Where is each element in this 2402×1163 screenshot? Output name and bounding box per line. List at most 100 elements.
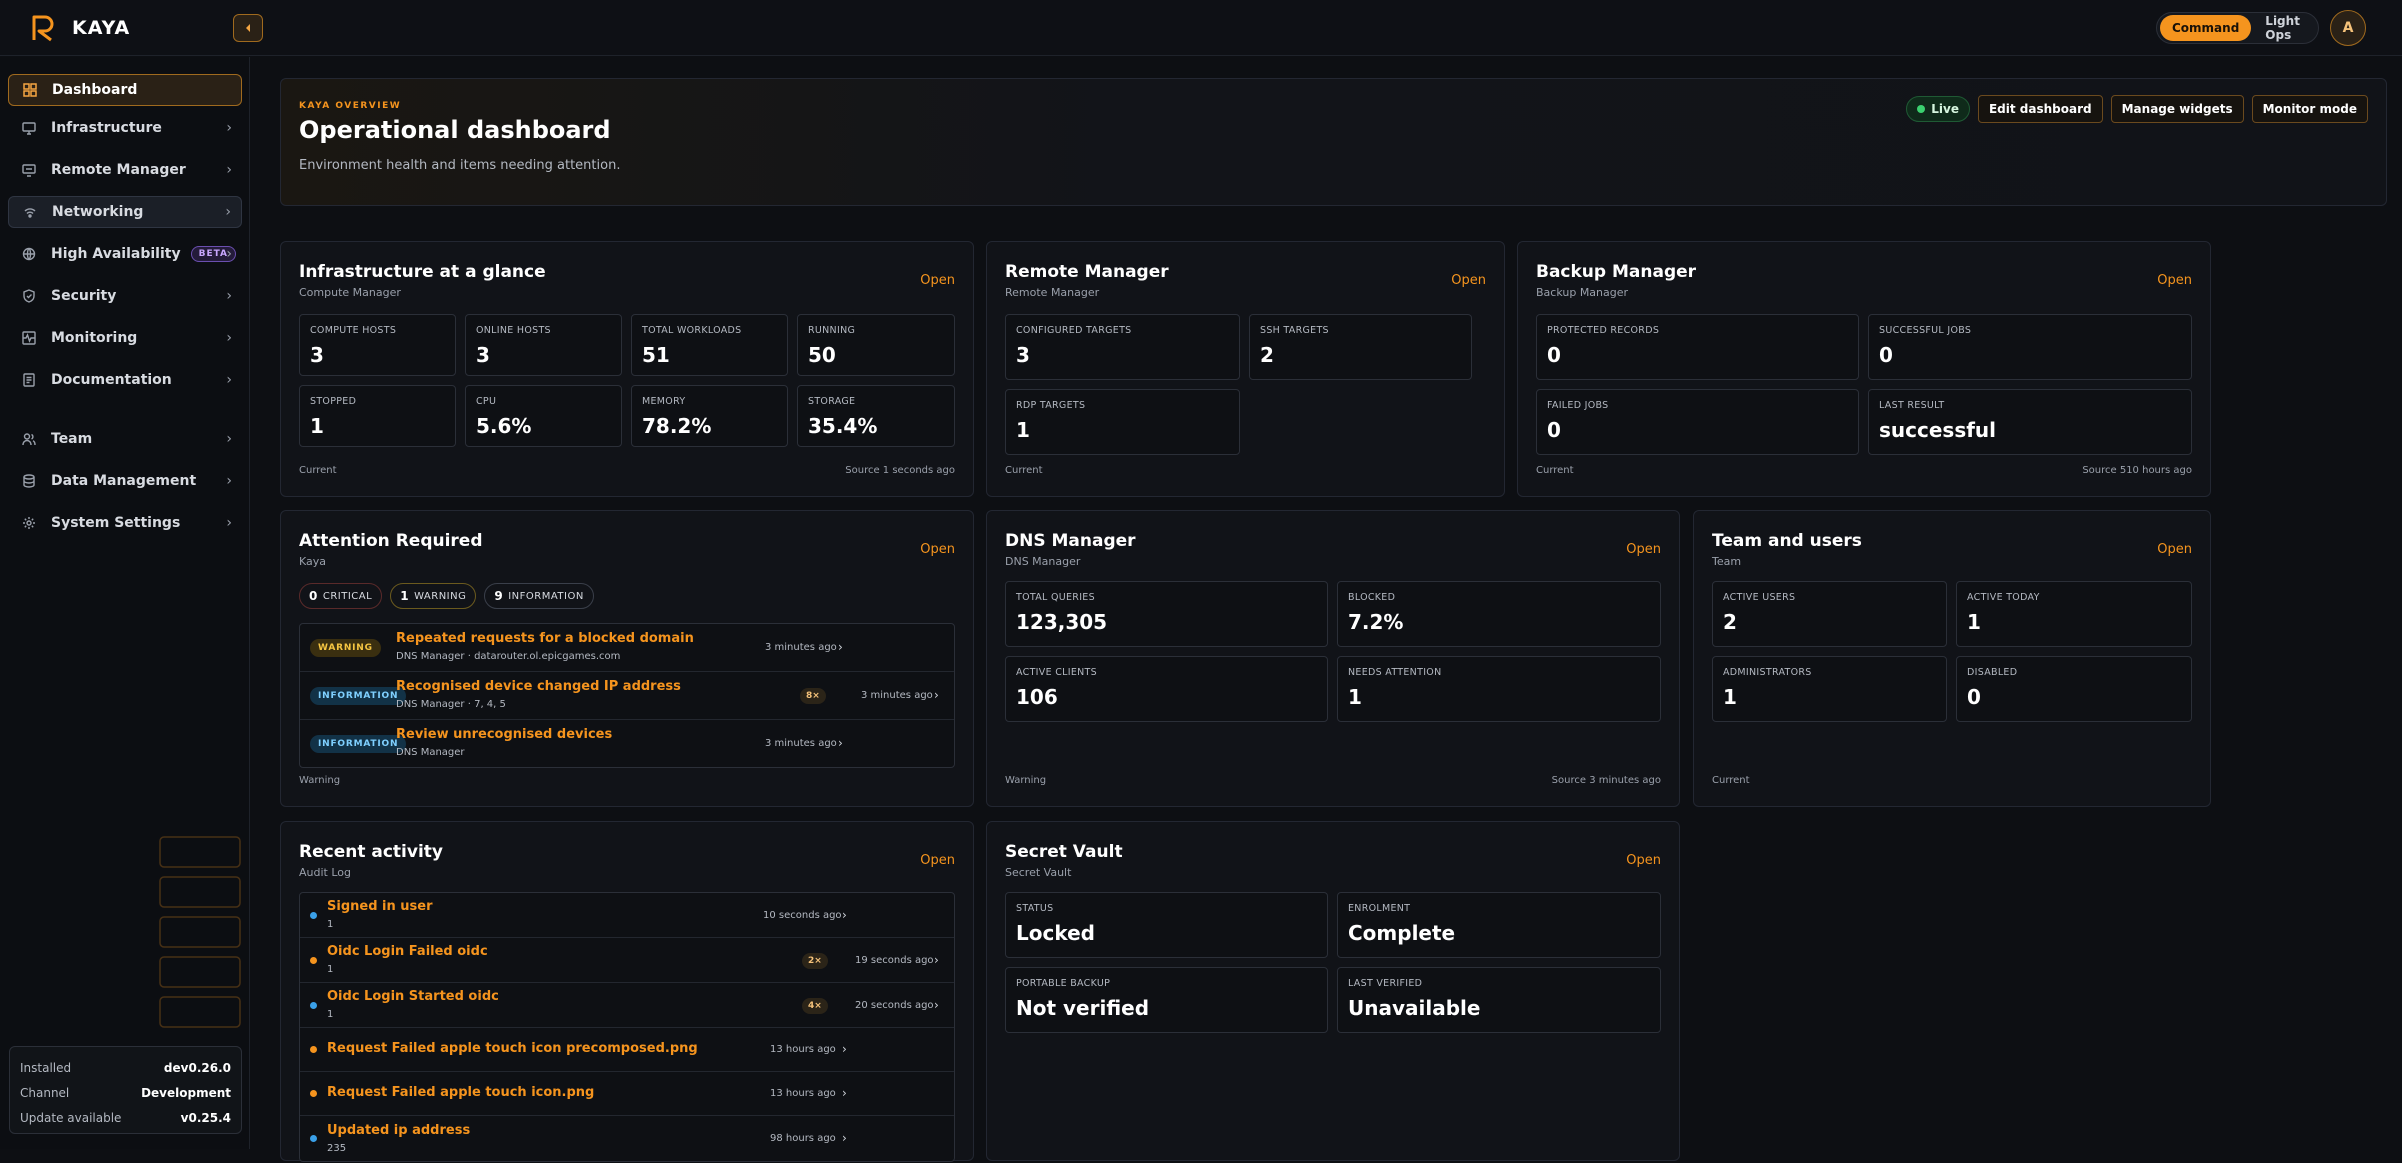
card-title: Remote Manager (1005, 262, 1169, 282)
stat-label: ACTIVE USERS (1723, 592, 1796, 603)
open-link[interactable]: Open (2157, 542, 2192, 557)
version-value: v0.25.4 (180, 1110, 231, 1125)
logo[interactable]: KAYA (28, 13, 130, 43)
chevron-right-icon: › (226, 246, 232, 262)
critical-count-pill[interactable]: 0 CRITICAL (299, 583, 383, 609)
mode-light-ops-option[interactable]: Light Ops (2257, 8, 2315, 48)
open-link[interactable]: Open (1626, 542, 1661, 557)
open-link[interactable]: Open (920, 542, 955, 557)
list-item[interactable]: Oidc Login Started oidc 1 4× 20 seconds … (300, 983, 954, 1028)
list-item[interactable]: Request Failed apple touch icon precompo… (300, 1028, 954, 1072)
book-icon (21, 372, 37, 388)
page-subtitle: Environment health and items needing att… (299, 158, 621, 173)
item-title: Repeated requests for a blocked domain (396, 631, 694, 646)
status-dot-icon (310, 957, 317, 964)
remote-manager-card: Remote Manager Remote Manager Open CONFI… (986, 241, 1505, 497)
stat-label: SUCCESSFUL JOBS (1879, 325, 1972, 336)
open-link[interactable]: Open (920, 273, 955, 288)
secret-vault-card: Secret Vault Secret Vault Open STATUS Loc… (986, 821, 1680, 1161)
open-link[interactable]: Open (2157, 273, 2192, 288)
collapse-sidebar-button[interactable] (233, 14, 263, 42)
status-dot-icon (310, 1046, 317, 1053)
sidebar-item-high-availability[interactable]: High Availability BETA › (8, 238, 242, 270)
card-footer-status: Current (1536, 465, 1574, 476)
item-title: Signed in user (327, 899, 433, 914)
sidebar-item-infrastructure[interactable]: Infrastructure › (8, 112, 242, 144)
stat-label: CPU (476, 396, 497, 407)
list-item[interactable]: INFORMATION Recognised device changed IP… (300, 672, 954, 720)
chevron-right-icon: › (226, 120, 232, 136)
grid-icon (22, 82, 38, 98)
mode-command-option[interactable]: Command (2160, 15, 2252, 41)
list-item[interactable]: Updated ip address 235 98 hours ago › (300, 1116, 954, 1163)
chevron-right-icon: › (226, 330, 232, 346)
card-footer-source: Source 510 hours ago (2082, 465, 2192, 476)
chevron-right-icon: › (226, 431, 232, 447)
item-subtitle: 1 (327, 919, 334, 930)
list-item[interactable]: Signed in user 1 10 seconds ago › (300, 893, 954, 938)
card-subtitle: Remote Manager (1005, 286, 1100, 299)
recent-activity-card: Recent activity Audit Log Open Signed in… (280, 821, 974, 1162)
sidebar-item-system-settings[interactable]: System Settings › (8, 507, 242, 539)
stat-label: PORTABLE BACKUP (1016, 978, 1111, 989)
sidebar-item-security[interactable]: Security › (8, 280, 242, 312)
open-link[interactable]: Open (1626, 853, 1661, 868)
version-update-row[interactable]: Update available v0.25.4 (20, 1105, 231, 1130)
card-footer-status: Current (1712, 775, 1750, 786)
sidebar-item-networking[interactable]: Networking › (8, 196, 242, 228)
activity-list: Signed in user 1 10 seconds ago › Oidc L… (299, 892, 955, 1162)
card-footer-source: Source 1 seconds ago (845, 465, 955, 476)
sidebar-item-documentation[interactable]: Documentation › (8, 364, 242, 396)
stat-value: 51 (642, 343, 670, 367)
stat-protected-records: PROTECTED RECORDS 0 (1536, 314, 1859, 380)
stat-label: NEEDS ATTENTION (1348, 667, 1442, 678)
sidebar-item-label: High Availability (51, 246, 181, 262)
stat-memory: MEMORY 78.2% (631, 385, 788, 447)
stat-value: Not verified (1016, 996, 1150, 1020)
monitor-mode-button[interactable]: Monitor mode (2251, 95, 2368, 123)
item-title: Recognised device changed IP address (396, 679, 681, 694)
status-dot-icon (310, 912, 317, 919)
monitor-icon (21, 120, 37, 136)
stat-value: Locked (1016, 921, 1095, 945)
chevron-right-icon: › (842, 1131, 847, 1145)
chevron-right-icon: › (226, 372, 232, 388)
manage-widgets-button[interactable]: Manage widgets (2110, 95, 2244, 123)
sidebar-item-remote-manager[interactable]: Remote Manager › (8, 154, 242, 186)
list-item[interactable]: INFORMATION Review unrecognised devices … (300, 720, 954, 768)
sidebar-item-monitoring[interactable]: Monitoring › (8, 322, 242, 354)
live-status-badge[interactable]: Live (1906, 96, 1970, 122)
database-icon (21, 473, 37, 489)
sidebar-item-label: Networking (52, 204, 144, 220)
mode-toggle[interactable]: Command Light Ops (2156, 12, 2319, 44)
stat-label: COMPUTE HOSTS (310, 325, 397, 336)
version-channel-row: Channel Development (20, 1080, 231, 1105)
stat-label: RUNNING (808, 325, 856, 336)
information-count-pill[interactable]: 9 INFORMATION (484, 583, 594, 609)
open-link[interactable]: Open (920, 853, 955, 868)
stat-label: ENROLMENT (1348, 903, 1411, 914)
warning-count-pill[interactable]: 1 WARNING (390, 583, 477, 609)
sidebar-item-team[interactable]: Team › (8, 423, 242, 455)
pill-count: 0 (309, 589, 318, 603)
sidebar-item-dashboard[interactable]: Dashboard (8, 74, 242, 106)
stat-label: SSH TARGETS (1260, 325, 1329, 336)
avatar[interactable]: A (2330, 10, 2366, 46)
globe-icon (21, 246, 37, 262)
stat-total-queries: TOTAL QUERIES 123,305 (1005, 581, 1328, 647)
card-title: Infrastructure at a glance (299, 262, 546, 282)
stat-label: LAST VERIFIED (1348, 978, 1423, 989)
list-item[interactable]: Request Failed apple touch icon.png 13 h… (300, 1072, 954, 1116)
stat-label: ONLINE HOSTS (476, 325, 551, 336)
stat-value: 1 (1016, 418, 1030, 442)
chevron-left-icon (246, 24, 250, 32)
sidebar-item-data-management[interactable]: Data Management › (8, 465, 242, 497)
list-item[interactable]: Oidc Login Failed oidc 1 2× 19 seconds a… (300, 938, 954, 983)
edit-dashboard-button[interactable]: Edit dashboard (1977, 95, 2103, 123)
stat-configured-targets: CONFIGURED TARGETS 3 (1005, 314, 1240, 380)
item-time: 98 hours ago (770, 1133, 836, 1144)
stat-label: BLOCKED (1348, 592, 1396, 603)
open-link[interactable]: Open (1451, 273, 1486, 288)
stat-value: 5.6% (476, 414, 532, 438)
list-item[interactable]: WARNING Repeated requests for a blocked … (300, 624, 954, 672)
